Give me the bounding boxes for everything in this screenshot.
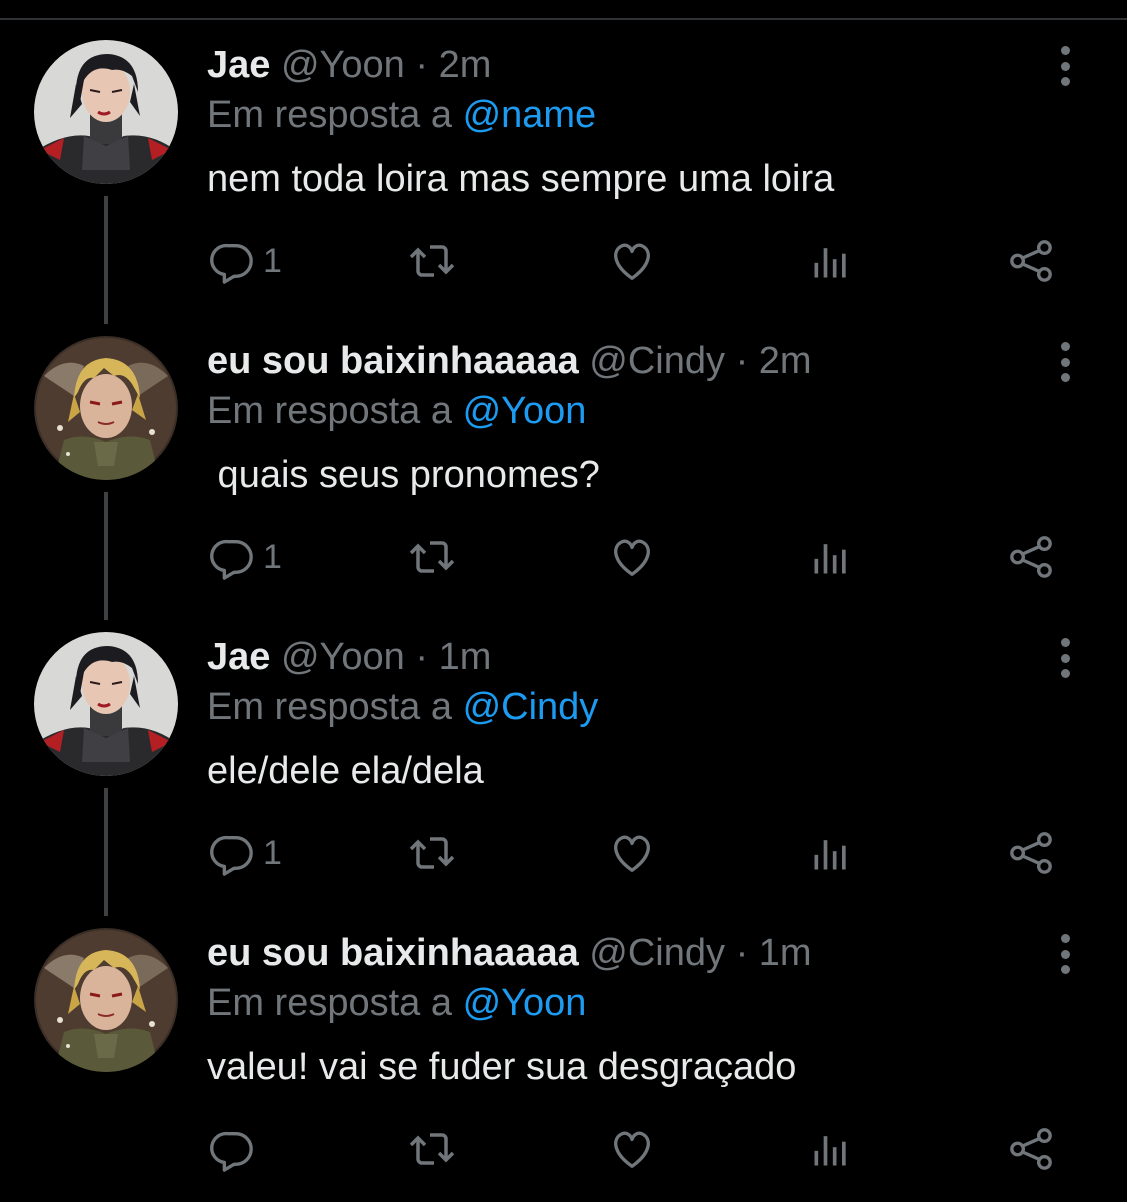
user-handle[interactable]: @Yoon — [281, 636, 405, 678]
reply-count: 1 — [263, 537, 282, 576]
display-name[interactable]: Jae — [207, 44, 270, 86]
tweet-text: ele/dele ela/dela — [207, 750, 484, 792]
retweet-button[interactable] — [408, 828, 456, 878]
share-icon — [1008, 534, 1054, 580]
action-bar: 1 — [0, 236, 1127, 286]
action-bar: 1 — [0, 828, 1127, 878]
more-options-icon[interactable] — [1050, 42, 1080, 90]
reply-button[interactable]: 1 — [209, 532, 282, 582]
retweet-icon — [408, 1125, 456, 1173]
tweet-header: Jae @Yoon · 1m — [207, 634, 491, 680]
like-button[interactable] — [609, 532, 655, 582]
views-button[interactable] — [809, 532, 853, 582]
separator-dot: · — [415, 44, 429, 86]
timestamp[interactable]: 2m — [439, 44, 492, 86]
reply-icon — [209, 534, 255, 580]
more-options-icon[interactable] — [1050, 338, 1080, 386]
tweet-header: eu sou baixinhaaaaa @Cindy · 2m — [207, 338, 812, 384]
more-options-icon[interactable] — [1050, 634, 1080, 682]
reply-prefix: Em resposta a — [207, 686, 452, 728]
reply-prefix: Em resposta a — [207, 390, 452, 432]
share-button[interactable] — [1008, 532, 1054, 582]
reply-context: Em resposta a @Cindy — [207, 684, 598, 730]
heart-icon — [609, 830, 655, 876]
heart-icon — [609, 238, 655, 284]
user-handle[interactable]: @Yoon — [281, 44, 405, 86]
tweet-header: Jae @Yoon · 2m — [207, 42, 491, 88]
more-options-icon[interactable] — [1050, 930, 1080, 978]
reply-context: Em resposta a @Yoon — [207, 388, 586, 434]
bar-chart-icon — [809, 535, 853, 579]
retweet-icon — [408, 829, 456, 877]
like-button[interactable] — [609, 1124, 655, 1174]
mention-link[interactable]: @name — [463, 94, 597, 136]
views-button[interactable] — [809, 236, 853, 286]
reply-icon — [209, 1126, 255, 1172]
views-button[interactable] — [809, 828, 853, 878]
reply-context: Em resposta a @Yoon — [207, 980, 586, 1026]
timestamp[interactable]: 1m — [439, 636, 492, 678]
action-bar — [0, 1124, 1127, 1174]
tweet[interactable]: eu sou baixinhaaaaa @Cindy · 1m Em respo… — [0, 906, 1127, 1202]
tweet[interactable]: eu sou baixinhaaaaa @Cindy · 2m Em respo… — [0, 314, 1127, 610]
views-button[interactable] — [809, 1124, 853, 1174]
reply-button[interactable]: 1 — [209, 828, 282, 878]
like-button[interactable] — [609, 828, 655, 878]
avatar[interactable] — [34, 928, 178, 1072]
share-icon — [1008, 238, 1054, 284]
timestamp[interactable]: 1m — [759, 932, 812, 974]
avatar[interactable] — [34, 40, 178, 184]
tweet[interactable]: Jae @Yoon · 1m Em resposta a @Cindy ele/… — [0, 610, 1127, 906]
user-handle[interactable]: @Cindy — [589, 340, 725, 382]
separator-dot: · — [735, 932, 749, 974]
mention-link[interactable]: @Yoon — [463, 982, 587, 1024]
avatar[interactable] — [34, 336, 178, 480]
timestamp[interactable]: 2m — [759, 340, 812, 382]
heart-icon — [609, 534, 655, 580]
reply-count: 1 — [263, 833, 282, 872]
share-button[interactable] — [1008, 236, 1054, 286]
reply-icon — [209, 238, 255, 284]
reply-count: 1 — [263, 241, 282, 280]
user-handle[interactable]: @Cindy — [589, 932, 725, 974]
tweet[interactable]: Jae @Yoon · 2m Em resposta a @name nem t… — [0, 18, 1127, 314]
display-name[interactable]: Jae — [207, 636, 270, 678]
heart-icon — [609, 1126, 655, 1172]
share-icon — [1008, 830, 1054, 876]
retweet-button[interactable] — [408, 532, 456, 582]
mention-link[interactable]: @Cindy — [463, 686, 599, 728]
reply-button[interactable]: 1 — [209, 236, 282, 286]
bar-chart-icon — [809, 239, 853, 283]
like-button[interactable] — [609, 236, 655, 286]
avatar[interactable] — [34, 632, 178, 776]
reply-button[interactable] — [209, 1124, 263, 1174]
reply-prefix: Em resposta a — [207, 94, 452, 136]
display-name[interactable]: eu sou baixinhaaaaa — [207, 340, 579, 382]
separator-dot: · — [415, 636, 429, 678]
action-bar: 1 — [0, 532, 1127, 582]
tweet-text: quais seus pronomes? — [207, 454, 600, 496]
tweet-text: valeu! vai se fuder sua desgraçado — [207, 1046, 797, 1088]
display-name[interactable]: eu sou baixinhaaaaa — [207, 932, 579, 974]
share-button[interactable] — [1008, 828, 1054, 878]
reply-context: Em resposta a @name — [207, 92, 596, 138]
separator-dot: · — [735, 340, 749, 382]
share-icon — [1008, 1126, 1054, 1172]
tweet-header: eu sou baixinhaaaaa @Cindy · 1m — [207, 930, 812, 976]
mention-link[interactable]: @Yoon — [463, 390, 587, 432]
bar-chart-icon — [809, 1127, 853, 1171]
reply-prefix: Em resposta a — [207, 982, 452, 1024]
share-button[interactable] — [1008, 1124, 1054, 1174]
retweet-icon — [408, 237, 456, 285]
retweet-button[interactable] — [408, 236, 456, 286]
reply-icon — [209, 830, 255, 876]
retweet-button[interactable] — [408, 1124, 456, 1174]
bar-chart-icon — [809, 831, 853, 875]
retweet-icon — [408, 533, 456, 581]
tweet-text: nem toda loira mas sempre uma loira — [207, 158, 835, 200]
